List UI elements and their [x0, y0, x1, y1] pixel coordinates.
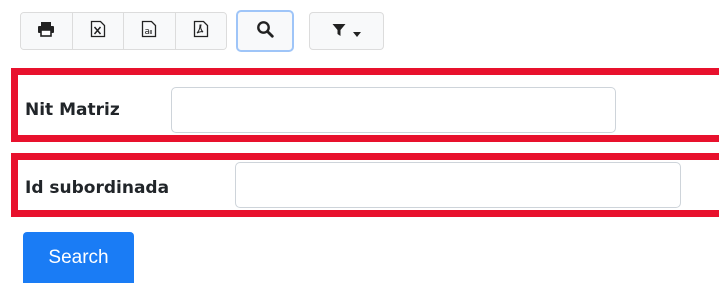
- pdf-icon: [193, 20, 209, 42]
- id-subordinada-input[interactable]: [235, 162, 681, 208]
- nit-matriz-row: Nit Matriz: [11, 68, 719, 142]
- print-button[interactable]: [21, 13, 73, 49]
- id-subordinada-label: Id subordinada: [25, 178, 170, 198]
- id-subordinada-row: Id subordinada: [11, 153, 719, 217]
- nit-matriz-input[interactable]: [171, 87, 616, 133]
- svg-text:a: a: [145, 27, 151, 37]
- caret-down-icon: [353, 22, 361, 41]
- pdf-export-button[interactable]: [175, 13, 226, 49]
- nit-matriz-label: Nit Matriz: [25, 100, 120, 120]
- search-toggle-button[interactable]: [236, 10, 294, 52]
- filter-icon: [332, 22, 346, 41]
- excel-icon: [90, 20, 106, 42]
- excel-export-button[interactable]: [72, 13, 124, 49]
- export-button-group: a: [20, 12, 227, 50]
- text-file-icon: a: [141, 20, 157, 42]
- search-button[interactable]: Search: [23, 232, 134, 283]
- filter-dropdown-button[interactable]: [309, 12, 384, 50]
- text-export-button[interactable]: a: [124, 13, 176, 49]
- search-icon: [256, 20, 274, 42]
- print-icon: [37, 21, 55, 41]
